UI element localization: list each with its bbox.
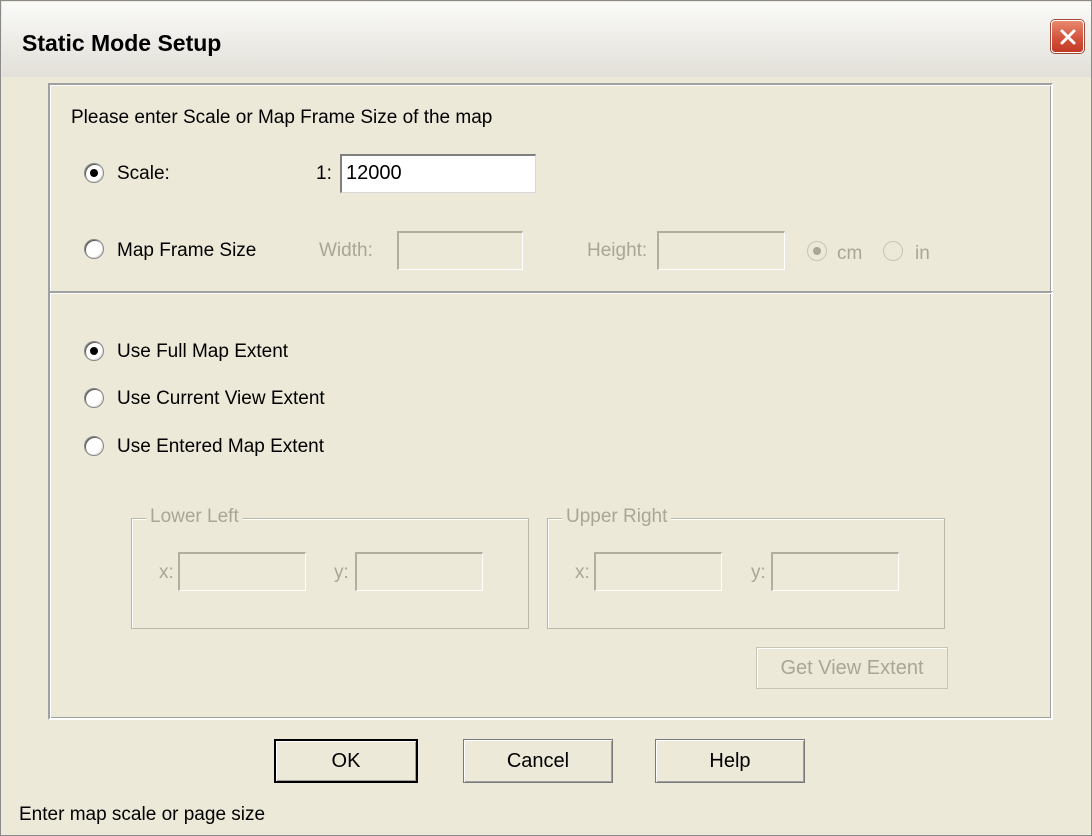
full-extent-label: Use Full Map Extent [117,341,289,362]
scale-input[interactable]: 12000 [340,154,536,193]
upper-right-title: Upper Right [562,507,672,526]
upper-right-x-label: x: [575,562,590,583]
lower-left-title: Lower Left [146,507,243,526]
upper-right-y-label: y: [751,562,766,583]
width-input[interactable] [397,231,523,270]
status-text: Enter map scale or page size [19,804,266,825]
width-label: Width: [319,240,373,261]
unit-in-label: in [915,243,930,264]
full-extent-radio[interactable] [84,341,104,361]
unit-cm-label: cm [837,243,863,264]
dialog-window: Static Mode Setup Please enter Scale or … [0,0,1092,836]
ok-button[interactable]: OK [274,739,418,783]
lower-left-x-label: x: [159,562,174,583]
entered-extent-radio[interactable] [84,436,104,456]
unit-in-radio[interactable] [883,241,903,261]
lower-left-y-input[interactable] [355,552,483,591]
upper-right-y-input[interactable] [771,552,899,591]
scale-label: Scale: [117,163,170,184]
map-frame-size-label: Map Frame Size [117,240,257,261]
scale-radio[interactable] [84,163,104,183]
current-view-extent-radio[interactable] [84,388,104,408]
close-icon [1060,29,1075,44]
help-button[interactable]: Help [655,739,805,783]
entered-extent-label: Use Entered Map Extent [117,436,324,457]
height-label: Height: [587,240,648,261]
title-bar[interactable]: Static Mode Setup [2,2,1091,77]
close-button[interactable] [1051,20,1084,53]
upper-right-x-input[interactable] [594,552,722,591]
height-input[interactable] [657,231,785,270]
scale-prompt: Please enter Scale or Map Frame Size of … [71,107,493,128]
lower-left-x-input[interactable] [178,552,306,591]
lower-left-y-label: y: [334,562,349,583]
scale-prefix: 1: [316,163,332,184]
get-view-extent-button[interactable]: Get View Extent [756,647,948,689]
window-title: Static Mode Setup [22,30,222,56]
current-view-extent-label: Use Current View Extent [117,388,325,409]
cancel-button[interactable]: Cancel [463,739,613,783]
unit-cm-radio[interactable] [807,241,827,261]
map-frame-size-radio[interactable] [84,239,104,259]
